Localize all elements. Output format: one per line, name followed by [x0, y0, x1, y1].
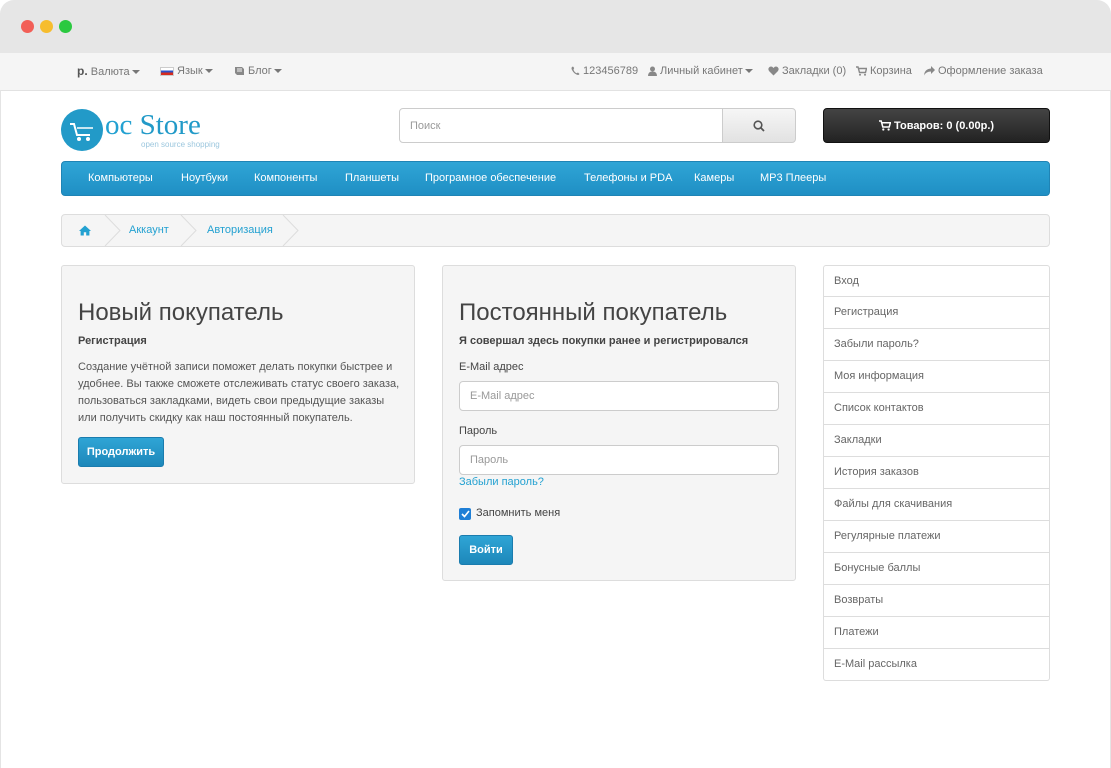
checkout-label: Оформление заказа — [938, 65, 1043, 77]
window-titlebar — [0, 0, 1111, 53]
description-line: удобнее. Вы также сможете отслеживать ст… — [78, 378, 400, 390]
logo-tagline: open source shopping — [141, 140, 220, 149]
blog-dropdown[interactable]: Блог — [234, 53, 282, 90]
forgot-password-link[interactable]: Забыли пароль? — [459, 476, 544, 488]
heart-icon — [768, 66, 779, 76]
breadcrumb-separator — [104, 215, 121, 246]
chevron-down-icon — [744, 69, 753, 74]
category-menu: Компьютеры Ноутбуки Компоненты Планшеты … — [61, 161, 1050, 196]
list-item-register[interactable]: Регистрация — [823, 297, 1050, 329]
menu-item-components[interactable]: Компоненты — [254, 162, 317, 195]
logo-wordmark: oc Store — [105, 109, 201, 142]
top-bar: р. Валюта Язык Блог 123456789 Личный каб… — [0, 53, 1111, 91]
menu-item-tablets[interactable]: Планшеты — [345, 162, 399, 195]
menu-item-cameras[interactable]: Камеры — [694, 162, 734, 195]
description-line: пользоваться закладками, видеть свои пре… — [78, 395, 385, 407]
login-button[interactable]: Войти — [459, 535, 513, 565]
wishlist-label: Закладки (0) — [782, 65, 847, 77]
chevron-down-icon — [273, 69, 282, 74]
password-label: Пароль — [459, 425, 498, 437]
logo-circle — [61, 109, 103, 151]
phone-link[interactable]: 123456789 — [571, 53, 638, 90]
account-dropdown[interactable]: Личный кабинет — [648, 53, 753, 90]
list-item-returns[interactable]: Возвраты — [823, 585, 1050, 617]
cart-total-button[interactable]: Товаров: 0 (0.00р.) — [823, 108, 1050, 143]
language-label: Язык — [177, 65, 203, 77]
list-item-reward-points[interactable]: Бонусные баллы — [823, 553, 1050, 585]
list-item-downloads[interactable]: Файлы для скачивания — [823, 489, 1050, 521]
email-field[interactable] — [459, 381, 779, 411]
chevron-down-icon — [204, 69, 213, 74]
phone-icon — [571, 66, 580, 76]
new-customer-title: Новый покупатель — [78, 299, 284, 326]
breadcrumb-account[interactable]: Аккаунт — [129, 215, 169, 246]
logo-cart-icon — [70, 123, 93, 141]
new-customer-subtitle: Регистрация — [78, 335, 147, 347]
list-item-transactions[interactable]: Платежи — [823, 617, 1050, 649]
phone-number: 123456789 — [583, 65, 639, 77]
chevron-down-icon — [131, 70, 140, 75]
shopping-cart-icon — [878, 120, 891, 131]
currency-symbol: р. — [77, 64, 88, 78]
cart-total-label: Товаров: 0 (0.00р.) — [893, 119, 995, 132]
shopping-cart-icon — [856, 66, 867, 76]
account-label: Личный кабинет — [660, 65, 743, 77]
search-icon — [753, 119, 765, 132]
menu-item-laptops[interactable]: Ноутбуки — [181, 162, 228, 195]
list-item-login[interactable]: Вход — [823, 265, 1050, 297]
share-arrow-icon — [924, 66, 935, 76]
list-item-forgotten[interactable]: Забыли пароль? — [823, 329, 1050, 361]
breadcrumb-separator — [282, 215, 299, 246]
list-item-order-history[interactable]: История заказов — [823, 457, 1050, 489]
email-label: E-Mail адрес — [459, 361, 524, 373]
language-dropdown[interactable]: Язык — [160, 53, 213, 90]
user-icon — [648, 66, 657, 77]
check-icon — [460, 510, 470, 518]
currency-dropdown[interactable]: р. Валюта — [77, 53, 140, 90]
returning-customer-subtitle: Я совершал здесь покупки ранее и регистр… — [459, 335, 749, 347]
new-customer-description: Создание учётной записи поможет делать п… — [78, 359, 408, 427]
list-item-newsletter[interactable]: E-Mail рассылка — [823, 649, 1050, 681]
continue-button[interactable]: Продолжить — [78, 437, 164, 467]
password-field[interactable] — [459, 445, 779, 475]
checkout-link[interactable]: Оформление заказа — [924, 53, 1043, 90]
blog-label: Блог — [248, 65, 272, 77]
window-maximize-dot[interactable] — [59, 20, 72, 33]
menu-item-mp3[interactable]: MP3 Плееры — [760, 162, 826, 195]
description-line: Создание учётной записи поможет делать п… — [78, 361, 393, 373]
search-input[interactable] — [399, 108, 723, 143]
russian-flag-icon — [160, 66, 174, 76]
list-item-recurring[interactable]: Регулярные платежи — [823, 521, 1050, 553]
remember-me-label[interactable]: Запомнить меня — [476, 507, 560, 519]
wishlist-link[interactable]: Закладки (0) — [768, 53, 846, 90]
currency-label: Валюта — [90, 66, 130, 78]
list-item-address-book[interactable]: Список контактов — [823, 393, 1050, 425]
home-icon — [79, 225, 91, 236]
book-icon — [235, 67, 244, 76]
breadcrumb-home[interactable] — [79, 215, 91, 246]
logo-store: Store — [139, 109, 201, 141]
account-links-list: Вход Регистрация Забыли пароль? Моя инфо… — [823, 265, 1050, 681]
returning-customer-title: Постоянный покупатель — [459, 299, 728, 326]
cart-link[interactable]: Корзина — [856, 53, 912, 90]
breadcrumb: Аккаунт Авторизация — [61, 214, 1050, 247]
remember-me-checkbox[interactable] — [459, 508, 471, 520]
breadcrumb-login[interactable]: Авторизация — [207, 215, 273, 246]
list-item-wishlist[interactable]: Закладки — [823, 425, 1050, 457]
description-line: или получить скидку как наш постоянный п… — [78, 412, 353, 424]
store-logo[interactable]: oc Store open source shopping — [61, 107, 241, 153]
search-button[interactable] — [722, 108, 796, 143]
breadcrumb-separator — [180, 215, 197, 246]
logo-oc: oc — [105, 109, 133, 141]
cart-label: Корзина — [870, 65, 912, 77]
window-close-dot[interactable] — [21, 20, 34, 33]
menu-item-computers[interactable]: Компьютеры — [88, 162, 153, 195]
menu-item-phones[interactable]: Телефоны и PDA — [584, 162, 672, 195]
search-bar — [399, 108, 796, 143]
window-minimize-dot[interactable] — [40, 20, 53, 33]
list-item-my-info[interactable]: Моя информация — [823, 361, 1050, 393]
menu-item-software[interactable]: Програмное обеспечение — [425, 162, 556, 195]
